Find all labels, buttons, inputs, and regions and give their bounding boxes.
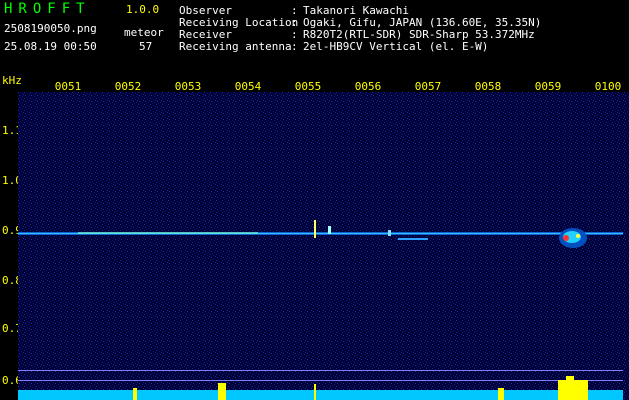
app-logo: HROFFT bbox=[4, 1, 91, 17]
activity-peak bbox=[133, 388, 137, 400]
spectrogram-canvas bbox=[18, 92, 629, 400]
meteor-echo bbox=[314, 220, 316, 238]
info-value-antenna: 2el-HB9CV Vertical (el. E-W) bbox=[303, 40, 489, 53]
file-name: 2508190050.png bbox=[4, 22, 97, 35]
reference-line bbox=[18, 380, 623, 381]
activity-bar bbox=[18, 390, 623, 400]
meteor-echo bbox=[328, 226, 331, 234]
app-version: 1.0.0 bbox=[126, 3, 160, 16]
freq-unit-label: kHz bbox=[2, 74, 22, 87]
activity-peak bbox=[498, 388, 504, 400]
hrofft-screen: HROFFT 1.0.0 2508190050.png meteor 25.08… bbox=[0, 0, 629, 400]
file-datetime: 25.08.19 00:50 bbox=[4, 40, 97, 53]
activity-peak bbox=[218, 383, 226, 400]
carrier-highlight bbox=[78, 232, 258, 234]
meteor-echo-core bbox=[576, 234, 580, 238]
info-colon: : bbox=[291, 40, 298, 53]
activity-peak bbox=[566, 376, 574, 382]
info-key-antenna: Receiving antenna bbox=[179, 40, 292, 53]
meteor-echo bbox=[388, 230, 391, 236]
activity-peak bbox=[314, 384, 316, 400]
meteor-echo bbox=[398, 238, 428, 240]
meteor-echo-core bbox=[563, 235, 569, 241]
spectrogram bbox=[18, 92, 629, 400]
meteor-count: 57 bbox=[139, 40, 153, 53]
meteor-label: meteor bbox=[124, 26, 164, 39]
noise-background bbox=[18, 92, 629, 400]
reference-line bbox=[18, 370, 623, 371]
activity-peak bbox=[558, 380, 588, 400]
